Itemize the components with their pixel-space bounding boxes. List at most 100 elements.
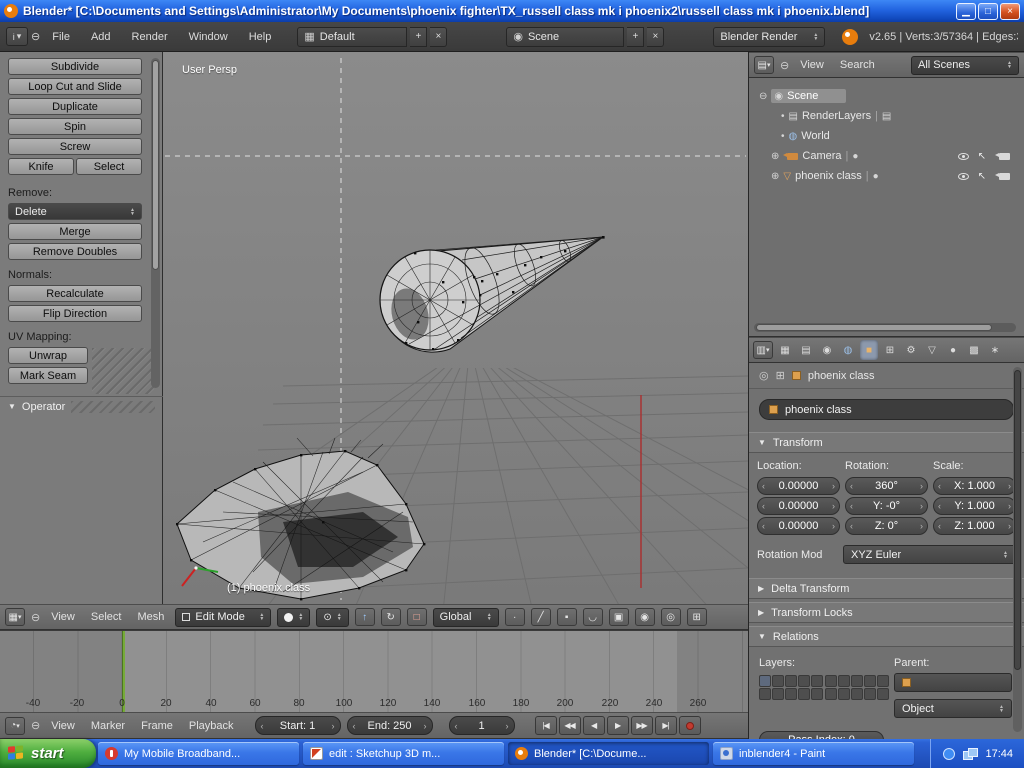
- add-scene-button[interactable]: +: [627, 27, 644, 47]
- delete-screen-button[interactable]: ×: [430, 27, 447, 47]
- object-data-tab[interactable]: ▽: [923, 340, 941, 360]
- play-button[interactable]: ▶: [607, 716, 629, 735]
- visibility-eye-icon[interactable]: [958, 173, 969, 180]
- minimize-button[interactable]: ▁: [956, 3, 976, 20]
- texture-tab[interactable]: ▩: [965, 340, 983, 360]
- render-opengl-icon[interactable]: ◎: [661, 608, 681, 626]
- taskbar-item-mobile-broadband[interactable]: My Mobile Broadband...: [98, 742, 299, 765]
- outliner-row-phoenix-class[interactable]: ⊕ ▽ phoenix class | ● ↖: [759, 166, 1024, 186]
- outliner-scope-selector[interactable]: All Scenes ▲▼: [911, 56, 1019, 75]
- rotation-z-slider[interactable]: ‹Z: 0°›: [845, 517, 928, 535]
- constraints-tab[interactable]: ⊞: [881, 340, 899, 360]
- object-tab[interactable]: ■: [860, 340, 878, 360]
- location-y-slider[interactable]: ‹0.00000›: [757, 497, 840, 515]
- browse-context-icon[interactable]: ⊞: [776, 369, 785, 382]
- unwrap-button[interactable]: Unwrap: [8, 347, 88, 364]
- edge-select-mode-icon[interactable]: ╱: [531, 608, 551, 626]
- manipulator-scale-icon[interactable]: □: [407, 608, 427, 626]
- jump-to-end-button[interactable]: ▶|: [655, 716, 677, 735]
- relations-panel-header[interactable]: ▼ Relations: [749, 626, 1024, 647]
- viewport-menu-view[interactable]: View: [46, 609, 80, 625]
- face-select-mode-icon[interactable]: ▪: [557, 608, 577, 626]
- editor-type-info-icon[interactable]: i▾: [6, 27, 28, 46]
- screen-layout-selector[interactable]: ▦ Default: [297, 27, 407, 47]
- timeline-menu-frame[interactable]: Frame: [136, 718, 178, 734]
- outliner-row-scene[interactable]: ⊖ ◉ Scene: [759, 86, 1024, 106]
- pin-icon[interactable]: ◎: [759, 369, 769, 382]
- play-reverse-button[interactable]: ◀: [583, 716, 605, 735]
- selectable-cursor-icon[interactable]: ↖: [978, 151, 986, 162]
- delete-menu-button[interactable]: Delete ▲▼: [8, 203, 142, 220]
- world-tab[interactable]: ◍: [839, 340, 857, 360]
- start-button[interactable]: start: [0, 739, 96, 768]
- outliner-row-world[interactable]: • ◍ World: [759, 126, 1024, 146]
- viewport-menu-mesh[interactable]: Mesh: [132, 609, 169, 625]
- pass-index-slider[interactable]: Pass Index: 0: [759, 731, 884, 739]
- particles-tab[interactable]: ∗: [986, 340, 1004, 360]
- loop-cut-button[interactable]: Loop Cut and Slide: [8, 78, 142, 95]
- expand-icon[interactable]: ⊕: [771, 151, 779, 162]
- menu-help[interactable]: Help: [240, 28, 281, 46]
- merge-button[interactable]: Merge: [8, 223, 142, 240]
- tray-status-icon[interactable]: [943, 748, 955, 760]
- scene-tab[interactable]: ◉: [818, 340, 836, 360]
- next-keyframe-button[interactable]: ▶▶: [631, 716, 653, 735]
- timeline-menu-marker[interactable]: Marker: [86, 718, 130, 734]
- scale-x-slider[interactable]: ‹X: 1.000›: [933, 477, 1016, 495]
- render-opengl-anim-icon[interactable]: ⊞: [687, 608, 707, 626]
- modifiers-tab[interactable]: ⚙: [902, 340, 920, 360]
- editor-type-outliner-icon[interactable]: ▤▾: [754, 56, 774, 74]
- add-screen-button[interactable]: +: [410, 27, 427, 47]
- subdivide-button[interactable]: Subdivide: [8, 58, 142, 75]
- manipulator-rotate-icon[interactable]: ↻: [381, 608, 401, 626]
- object-name-field[interactable]: phoenix class: [759, 399, 1014, 420]
- visibility-eye-icon[interactable]: [958, 153, 969, 160]
- location-z-slider[interactable]: ‹0.00000›: [757, 517, 840, 535]
- renderable-camera-icon[interactable]: [999, 153, 1010, 160]
- render-engine-selector[interactable]: Blender Render ▲▼: [713, 27, 825, 47]
- viewport-shading-selector[interactable]: ▲▼: [277, 608, 310, 627]
- editor-type-properties-icon[interactable]: ▥▾: [753, 341, 773, 359]
- close-button[interactable]: ×: [1000, 3, 1020, 20]
- scale-y-slider[interactable]: ‹Y: 1.000›: [933, 497, 1016, 515]
- editor-type-timeline-icon[interactable]: ◔▾: [5, 717, 25, 735]
- collapse-menus-icon[interactable]: ⊖: [31, 30, 40, 43]
- viewport-menu-select[interactable]: Select: [86, 609, 127, 625]
- collapse-menus-icon[interactable]: ⊖: [31, 719, 40, 732]
- mark-seam-button[interactable]: Mark Seam: [8, 367, 88, 384]
- menu-add[interactable]: Add: [82, 28, 120, 46]
- outliner-row-camera[interactable]: ⊕ Camera | ● ↖: [759, 146, 1024, 166]
- expand-icon[interactable]: ⊕: [771, 171, 779, 182]
- parent-object-selector[interactable]: [894, 673, 1012, 692]
- knife-button[interactable]: Knife: [8, 158, 74, 175]
- proportional-edit-icon[interactable]: ◉: [635, 608, 655, 626]
- collapse-menus-icon[interactable]: ⊖: [31, 611, 40, 624]
- current-frame-field[interactable]: ‹ 1 ›: [449, 716, 515, 735]
- menu-file[interactable]: File: [43, 28, 79, 46]
- taskbar-item-sketchup[interactable]: edit : Sketchup 3D m...: [303, 742, 504, 765]
- frame-end-field[interactable]: ‹ End: 250 ›: [347, 716, 433, 735]
- network-icon[interactable]: [963, 748, 977, 759]
- record-button[interactable]: [679, 716, 701, 735]
- menu-window[interactable]: Window: [180, 28, 237, 46]
- taskbar-item-paint[interactable]: inblender4 - Paint: [713, 742, 914, 765]
- outliner-menu-view[interactable]: View: [795, 57, 829, 73]
- transform-orientation-selector[interactable]: Global ▲▼: [433, 608, 499, 627]
- properties-scrollbar[interactable]: [1013, 367, 1022, 732]
- remove-doubles-button[interactable]: Remove Doubles: [8, 243, 142, 260]
- timeline-menu-view[interactable]: View: [46, 718, 80, 734]
- jump-to-start-button[interactable]: |◀: [535, 716, 557, 735]
- transform-locks-panel-header[interactable]: ▶ Transform Locks: [749, 602, 1024, 623]
- outliner-row-renderlayers[interactable]: • ▤ RenderLayers | ▤: [759, 106, 1024, 126]
- renderable-camera-icon[interactable]: [999, 173, 1010, 180]
- material-tab[interactable]: ●: [944, 340, 962, 360]
- layers-grid-left[interactable]: [759, 675, 823, 700]
- timeline-menu-playback[interactable]: Playback: [184, 718, 239, 734]
- timeline-canvas[interactable]: -40 -20 0 20 40 60 80 100 120 140 160 18…: [0, 630, 748, 712]
- delete-scene-button[interactable]: ×: [647, 27, 664, 47]
- screw-button[interactable]: Screw: [8, 138, 142, 155]
- expand-icon[interactable]: ⊖: [759, 91, 767, 102]
- parent-type-selector[interactable]: Object ▲▼: [894, 699, 1012, 718]
- operator-panel-header[interactable]: ▼ Operator: [0, 396, 163, 416]
- collapse-menus-icon[interactable]: ⊖: [780, 59, 789, 72]
